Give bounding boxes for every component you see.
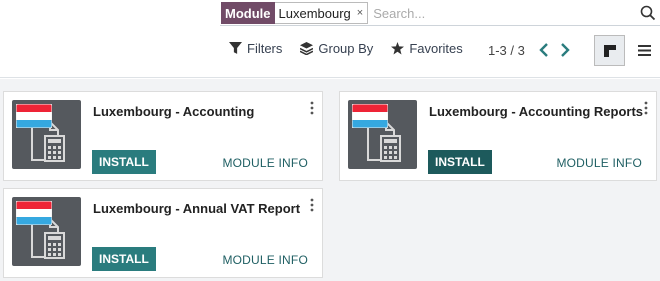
group-by-label: Group By	[318, 41, 374, 56]
module-title: Luxembourg - Accounting Reports	[429, 104, 644, 119]
search-bar: Module Luxembourg ×	[220, 1, 660, 26]
install-button[interactable]: INSTALL	[92, 247, 156, 271]
kanban-view-button[interactable]	[594, 35, 625, 66]
module-info-button[interactable]: MODULE INFO	[222, 253, 308, 267]
list-icon	[637, 45, 651, 56]
luxembourg-flag-icon	[352, 104, 388, 128]
module-card[interactable]: Luxembourg - Annual VAT Report INSTALL M…	[3, 188, 323, 278]
pager-value[interactable]: 1-3 / 3	[488, 43, 525, 58]
luxembourg-flag-icon	[16, 201, 52, 225]
module-icon	[12, 197, 81, 266]
filters-label: Filters	[247, 41, 283, 56]
chevron-right-icon[interactable]	[558, 42, 572, 58]
module-info-button[interactable]: MODULE INFO	[222, 156, 308, 170]
module-card[interactable]: Luxembourg - Accounting INSTALL MODULE I…	[3, 91, 323, 181]
kanban-icon	[603, 44, 616, 57]
facet-value-box: Luxembourg ×	[274, 2, 369, 24]
search-facet: Module Luxembourg ×	[221, 2, 369, 24]
facet-category: Module	[221, 2, 275, 24]
chevron-left-icon[interactable]	[537, 42, 551, 58]
module-title: Luxembourg - Annual VAT Report	[93, 201, 301, 216]
facet-value: Luxembourg	[278, 5, 351, 21]
group-by-button[interactable]: Group By	[300, 41, 373, 56]
search-icon[interactable]	[640, 5, 656, 21]
module-icon	[12, 100, 81, 169]
kebab-menu-icon[interactable]	[309, 101, 315, 115]
facet-remove-button[interactable]: ×	[357, 7, 363, 19]
kebab-menu-icon[interactable]	[309, 198, 315, 212]
search-input[interactable]	[373, 5, 634, 21]
layers-icon	[300, 42, 314, 55]
favorites-button[interactable]: Favorites	[391, 41, 463, 56]
install-button[interactable]: INSTALL	[428, 150, 492, 174]
module-info-button[interactable]: MODULE INFO	[556, 156, 642, 170]
star-icon	[391, 42, 405, 55]
search-options: Filters Group By Favorites	[229, 41, 463, 56]
module-card[interactable]: Luxembourg - Accounting Reports INSTALL …	[339, 91, 657, 181]
kebab-menu-icon[interactable]	[643, 101, 649, 115]
list-view-button[interactable]	[630, 35, 658, 66]
control-panel: Module Luxembourg × Filters Group By	[0, 0, 660, 78]
module-title: Luxembourg - Accounting	[93, 104, 255, 119]
filters-button[interactable]: Filters	[229, 41, 282, 56]
install-button[interactable]: INSTALL	[92, 150, 156, 174]
filter-icon	[229, 42, 242, 54]
favorites-label: Favorites	[409, 41, 463, 56]
module-icon	[348, 100, 417, 169]
luxembourg-flag-icon	[16, 104, 52, 128]
